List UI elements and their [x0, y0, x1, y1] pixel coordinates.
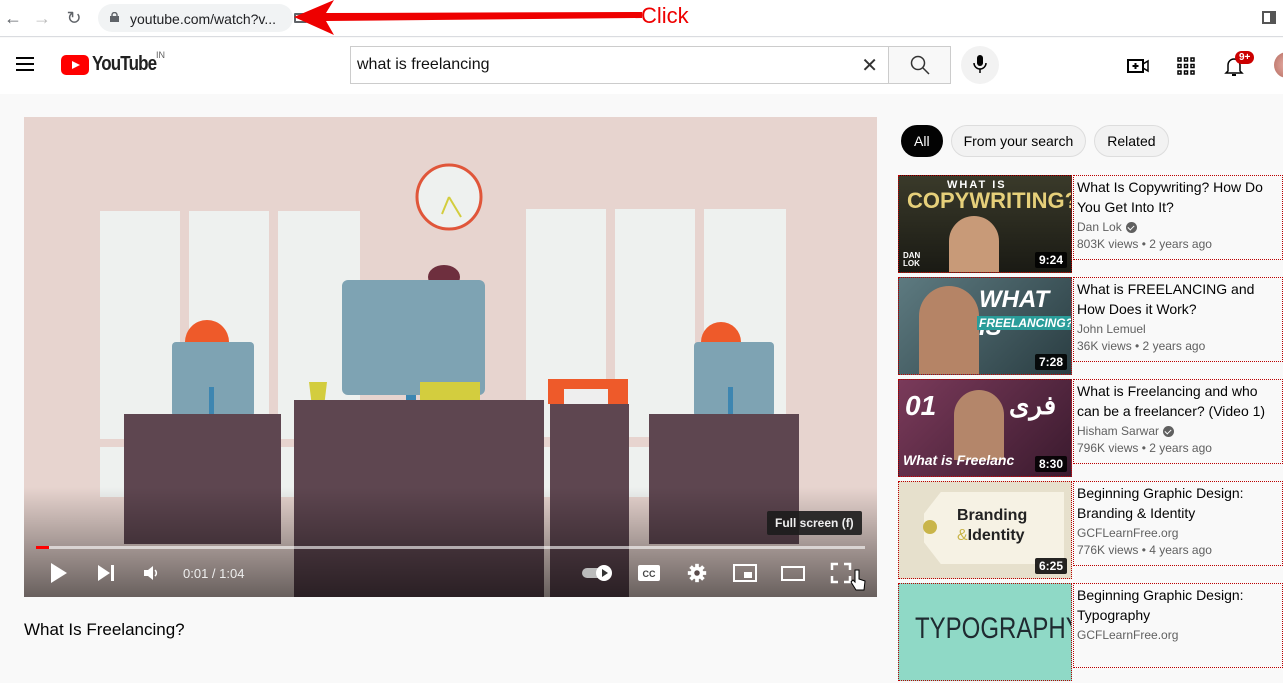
captions-icon[interactable]: CC: [637, 562, 661, 584]
country-code: IN: [156, 50, 165, 60]
channel-name[interactable]: Hisham Sarwar: [1077, 424, 1159, 438]
theater-mode-icon[interactable]: [780, 562, 806, 584]
chip-all[interactable]: All: [901, 125, 943, 157]
address-bar[interactable]: youtube.com/watch?v...: [98, 4, 307, 32]
video-thumbnail[interactable]: TYPOGRAPHY: [898, 583, 1072, 681]
url-text: youtube.com/watch?v...: [130, 11, 277, 27]
video-info[interactable]: Beginning Graphic Design: Branding & Ide…: [1073, 481, 1283, 566]
verified-icon: [1125, 221, 1137, 233]
video-title: Beginning Graphic Design: Typography: [1077, 587, 1244, 623]
side-panel-icon[interactable]: [1262, 11, 1276, 24]
video-meta: 776K views • 4 years ago: [1077, 543, 1212, 557]
video-duration: 8:30: [1034, 456, 1067, 472]
video-title: What is FREELANCING and How Does it Work…: [1077, 281, 1255, 317]
hand-cursor-icon: [850, 569, 866, 591]
volume-icon[interactable]: [142, 562, 160, 584]
video-title: What Is Copywriting? How Do You Get Into…: [1077, 179, 1263, 215]
channel-name[interactable]: Dan Lok: [1077, 220, 1122, 234]
video-title: What Is Freelancing?: [24, 620, 185, 639]
video-info[interactable]: What Is Copywriting? How Do You Get Into…: [1073, 175, 1283, 260]
video-info[interactable]: What is FREELANCING and How Does it Work…: [1073, 277, 1283, 362]
time-display: 0:01 / 1:04: [183, 566, 245, 581]
youtube-logo[interactable]: YouTube IN: [61, 50, 168, 76]
video-title: Beginning Graphic Design: Branding & Ide…: [1077, 485, 1244, 521]
video-title: What is Freelancing and who can be a fre…: [1077, 383, 1266, 419]
video-duration: 9:24: [1034, 252, 1067, 268]
verified-icon: [1163, 425, 1175, 437]
video-duration: 7:28: [1034, 354, 1067, 370]
recommendation-item[interactable]: Branding &Identity 6:25 Beginning Graphi…: [898, 481, 1283, 581]
fullscreen-icon[interactable]: [830, 562, 852, 584]
filter-chips: All From your search Related: [901, 125, 1169, 157]
notification-badge: 9+: [1235, 51, 1255, 64]
video-player[interactable]: Full screen (f) 0:01 / 1:04 CC: [24, 117, 877, 597]
masthead: YouTube IN what is freelancing ✕ 9+: [0, 38, 1283, 94]
recommendation-item[interactable]: TYPOGRAPHY Beginning Graphic Design: Typ…: [898, 583, 1283, 683]
forward-arrow-icon[interactable]: →: [31, 7, 53, 29]
autoplay-toggle[interactable]: [580, 562, 616, 584]
channel-name[interactable]: John Lemuel: [1077, 322, 1146, 336]
progress-fill: [36, 546, 50, 549]
clear-search-icon[interactable]: ✕: [861, 53, 878, 78]
create-video-icon[interactable]: [1126, 54, 1150, 78]
video-thumbnail[interactable]: WHAT IS COPYWRITING? DAN LOK 9:24: [898, 175, 1072, 273]
video-thumbnail[interactable]: WHAT IS FREELANCING? 7:28: [898, 277, 1072, 375]
search-query: what is freelancing: [357, 56, 490, 73]
video-info[interactable]: What is Freelancing and who can be a fre…: [1073, 379, 1283, 464]
svg-text:CC: CC: [643, 569, 656, 579]
chip-related[interactable]: Related: [1094, 125, 1169, 157]
next-icon[interactable]: [96, 562, 116, 584]
channel-name[interactable]: GCFLearnFree.org: [1077, 628, 1178, 642]
menu-icon[interactable]: [16, 57, 34, 71]
apps-grid-icon[interactable]: [1174, 54, 1198, 78]
chip-from-your-search[interactable]: From your search: [950, 125, 1087, 157]
recommendation-item[interactable]: WHAT IS COPYWRITING? DAN LOK 9:24 What Is…: [898, 175, 1283, 275]
miniplayer-icon[interactable]: [732, 562, 758, 584]
microphone-icon: [973, 55, 987, 73]
search-icon: [910, 55, 930, 75]
avatar[interactable]: [1274, 52, 1283, 78]
search-button[interactable]: [888, 46, 951, 84]
logo-text: YouTube: [92, 53, 157, 75]
thumbnail-caption: What is Freelanc: [903, 452, 1015, 468]
play-icon[interactable]: [50, 562, 68, 584]
video-meta: 36K views • 2 years ago: [1077, 339, 1206, 353]
fullscreen-tooltip: Full screen (f): [767, 511, 862, 535]
recommendation-item[interactable]: 01 فری What is Freelanc 8:30 What is Fre…: [898, 379, 1283, 479]
reload-icon[interactable]: ↻: [63, 7, 85, 29]
video-info[interactable]: Beginning Graphic Design: Typography GCF…: [1073, 583, 1283, 668]
play-logo-icon: [61, 54, 89, 75]
lock-icon: [110, 12, 119, 22]
video-duration: 6:25: [1034, 558, 1067, 574]
annotation-click-label: Click: [641, 3, 689, 28]
annotation-arrow: [294, 0, 642, 35]
video-thumbnail[interactable]: Branding &Identity 6:25: [898, 481, 1072, 579]
progress-bar[interactable]: [36, 546, 865, 549]
channel-name[interactable]: GCFLearnFree.org: [1077, 526, 1178, 540]
voice-search-button[interactable]: [961, 46, 999, 84]
recommendation-item[interactable]: WHAT IS FREELANCING? 7:28 What is FREELA…: [898, 277, 1283, 377]
video-meta: 796K views • 2 years ago: [1077, 441, 1212, 455]
video-thumbnail[interactable]: 01 فری What is Freelanc 8:30: [898, 379, 1072, 477]
back-arrow-icon[interactable]: ←: [2, 7, 24, 29]
search-input[interactable]: what is freelancing ✕: [350, 46, 889, 84]
settings-gear-icon[interactable]: [685, 562, 709, 584]
thumbnail-caption: TYPOGRAPHY: [915, 612, 1072, 645]
video-meta: 803K views • 2 years ago: [1077, 237, 1212, 251]
